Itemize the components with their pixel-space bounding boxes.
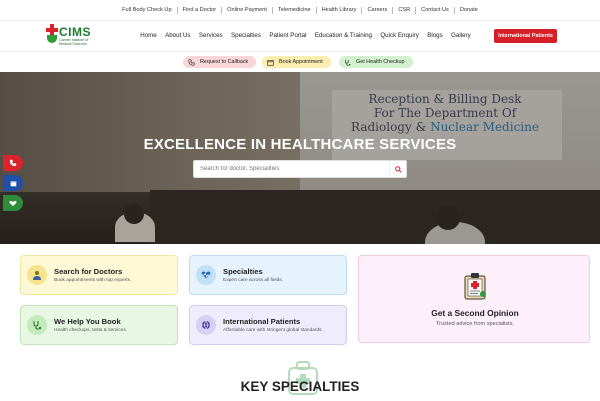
- stethoscope-icon: [27, 315, 47, 335]
- topbar-link-health-library[interactable]: Health Library: [317, 6, 363, 14]
- nav-item-gallery[interactable]: Gallery: [447, 32, 475, 39]
- search-icon: [394, 165, 402, 173]
- topbar-link-contact-us[interactable]: Contact Us: [416, 6, 455, 14]
- hero-banner: Reception & Billing Desk For The Departm…: [0, 72, 600, 244]
- phone-icon: [188, 58, 195, 66]
- topbar-link-csr[interactable]: CSR: [393, 6, 417, 14]
- logo-name: CIMS: [59, 25, 91, 39]
- heart-icon: [9, 200, 17, 206]
- request-callback-button[interactable]: Request to Callback: [183, 56, 257, 68]
- stethoscope-icon: [344, 59, 351, 66]
- green-leaf-icon: [47, 35, 57, 43]
- nav-item-patient-portal[interactable]: Patient Portal: [265, 32, 311, 39]
- card-subtitle: Book appointments with top experts.: [54, 278, 132, 283]
- floating-call-button[interactable]: [3, 155, 23, 171]
- calendar-icon: [267, 59, 274, 66]
- hero-title: EXCELLENCE IN HEALTHCARE SERVICES: [143, 136, 457, 153]
- nav-item-education-training[interactable]: Education & Training: [311, 32, 376, 39]
- cims-logo[interactable]: CIMS Caretel Institute of Medical Scienc…: [46, 24, 92, 50]
- nav-item-about-us[interactable]: About Us: [161, 32, 195, 39]
- topbar-link-telemedicine[interactable]: Telemedicine: [273, 6, 317, 14]
- clipboard-icon: [463, 272, 487, 300]
- top-utility-bar: Full Body Check Up Find a Doctor Online …: [0, 0, 600, 20]
- card-second-opinion[interactable]: Get a Second Opinion Trusted advice from…: [358, 255, 590, 343]
- book-appointment-button[interactable]: Book Appointment: [262, 56, 331, 68]
- card-title: We Help You Book: [54, 317, 121, 326]
- card-subtitle: Expert care across all fields.: [223, 278, 283, 283]
- quick-action-row: Request to Callback Book Appointment Get…: [0, 52, 600, 72]
- floating-appointment-button[interactable]: [3, 175, 23, 191]
- get-health-checkup-button[interactable]: Get Health Checkup: [339, 56, 413, 68]
- nav-item-home[interactable]: Home: [136, 32, 161, 39]
- topbar-link-full-body-check-up[interactable]: Full Body Check Up: [117, 6, 178, 14]
- card-subtitle: Affordable care with stringent global st…: [223, 328, 323, 333]
- search-button[interactable]: [389, 161, 406, 177]
- get-health-checkup-label: Get Health Checkup: [356, 59, 405, 65]
- globe-icon: [196, 315, 216, 335]
- topbar-link-donate[interactable]: Donate: [455, 7, 483, 14]
- key-specialties-title: KEY SPECIALTIES: [240, 379, 360, 394]
- hero-overlay: [0, 72, 600, 244]
- nav-item-blogs[interactable]: Blogs: [423, 32, 447, 39]
- topbar-link-online-payment[interactable]: Online Payment: [222, 6, 273, 14]
- request-callback-label: Request to Callback: [200, 59, 249, 65]
- card-title: International Patients: [223, 317, 301, 326]
- card-title: Search for Doctors: [54, 267, 123, 276]
- calendar-icon: [10, 180, 16, 186]
- doctor-search-box: [193, 160, 407, 178]
- card-we-help-you-book[interactable]: We Help You Book Health checkups, tests …: [20, 305, 178, 345]
- card-international-patients[interactable]: International Patients Affordable care w…: [189, 305, 347, 345]
- topbar-link-careers[interactable]: Careers: [362, 6, 394, 14]
- card-title: Get a Second Opinion: [431, 308, 519, 318]
- search-input[interactable]: [194, 161, 390, 177]
- main-header: CIMS Caretel Institute of Medical Scienc…: [0, 20, 600, 52]
- logo-subtitle: Caretel Institute of Medical Sciences: [59, 38, 89, 47]
- book-appointment-label: Book Appointment: [279, 59, 323, 65]
- doctor-icon: [27, 265, 47, 285]
- card-specialties[interactable]: Specialties Expert care across all field…: [189, 255, 347, 295]
- international-patients-button[interactable]: International Patients: [494, 29, 557, 43]
- phone-icon: [9, 159, 17, 167]
- nav-item-quick-enquiry[interactable]: Quick Enquiry: [376, 32, 423, 39]
- heart-monitor-icon: [196, 265, 216, 285]
- nav-item-specialties[interactable]: Specialties: [227, 32, 265, 39]
- card-search-doctors[interactable]: Search for Doctors Book appointments wit…: [20, 255, 178, 295]
- floating-health-button[interactable]: [3, 195, 23, 211]
- topbar-link-find-a-doctor[interactable]: Find a Doctor: [178, 6, 223, 14]
- primary-nav: Home About Us Services Specialties Patie…: [136, 32, 475, 39]
- nav-item-services[interactable]: Services: [195, 32, 227, 39]
- card-subtitle: Health checkups, tests & services.: [54, 328, 128, 333]
- card-subtitle: Trusted advice from specialists.: [435, 321, 515, 327]
- card-title: Specialties: [223, 267, 263, 276]
